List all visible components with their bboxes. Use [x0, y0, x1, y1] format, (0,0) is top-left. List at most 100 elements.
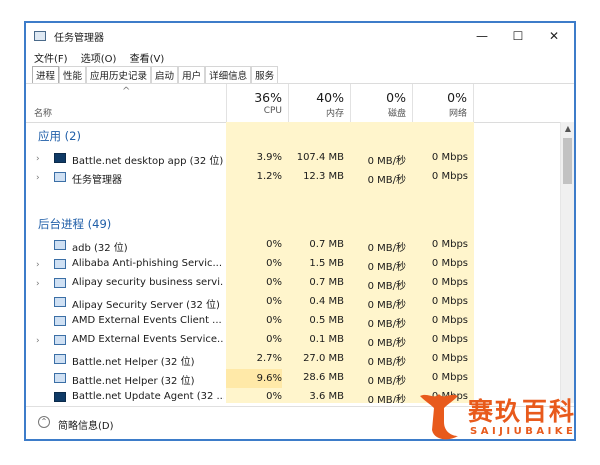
process-net-value: 0 Mbps [431, 372, 468, 383]
column-memory[interactable]: 40% 内存 [288, 84, 350, 122]
process-net-value: 0 Mbps [431, 277, 468, 288]
process-net-value: 0 Mbps [431, 334, 468, 345]
process-name: AMD External Events Client ... [72, 315, 222, 326]
tab-startup[interactable]: 启动 [151, 66, 179, 83]
process-mem-value: 0.7 MB [309, 277, 344, 288]
process-icon [54, 335, 66, 345]
process-net-value: 0 Mbps [431, 152, 468, 163]
window-title: 任务管理器 [54, 33, 104, 44]
process-row[interactable]: › AMD External Events Service... 0% 0.1 MB 0… [26, 331, 560, 350]
process-name: 任务管理器 [72, 175, 122, 186]
network-total: 0% [447, 90, 467, 105]
battlenet-icon [54, 392, 66, 402]
vertical-scrollbar[interactable]: ▲ [560, 122, 574, 403]
scroll-up-icon[interactable]: ▲ [561, 124, 574, 133]
process-net-value: 0 Mbps [431, 258, 468, 269]
tab-processes[interactable]: 进程 [32, 66, 60, 83]
minimize-button[interactable]: — [464, 25, 500, 47]
menu-bar: 文件(F) 选项(O) 查看(V) [34, 50, 174, 66]
menu-file[interactable]: 文件(F) [34, 50, 68, 65]
process-disk-value: 0 MB/秒 [367, 175, 406, 186]
process-net-value: 0 Mbps [431, 353, 468, 364]
column-cpu[interactable]: 36% CPU [226, 84, 288, 122]
process-name: Alipay Security Server (32 位) [72, 300, 220, 311]
expand-chevron-icon[interactable]: › [36, 279, 40, 289]
process-net-value: 0 Mbps [431, 315, 468, 326]
expand-chevron-icon[interactable]: › [36, 260, 40, 270]
menu-options[interactable]: 选项(O) [81, 50, 117, 65]
process-name: Battle.net Helper (32 位) [72, 376, 195, 387]
process-row[interactable]: › Battle.net desktop app (32 位) 3.9% 107.4 … [26, 149, 560, 168]
process-mem-value: 0.7 MB [309, 239, 344, 250]
group-apps[interactable]: 应用 (2) [38, 128, 81, 144]
tab-app-history[interactable]: 应用历史记录 [86, 66, 152, 83]
maximize-button[interactable]: ☐ [500, 25, 536, 47]
process-mem-value: 28.6 MB [303, 372, 344, 383]
process-mem-value: 1.5 MB [309, 258, 344, 269]
process-disk-value: 0 MB/秒 [367, 243, 406, 254]
process-net-value: 0 Mbps [431, 171, 468, 182]
tab-performance[interactable]: 性能 [59, 66, 87, 83]
fewer-details-link[interactable]: 简略信息(D) [58, 417, 114, 432]
process-cpu-value: 0% [266, 334, 282, 345]
title-bar[interactable]: 任务管理器 — ☐ ✕ [26, 23, 574, 49]
process-row[interactable]: adb (32 位) 0% 0.7 MB 0 MB/秒 0 Mbps [26, 236, 560, 255]
expand-chevron-icon[interactable]: › [36, 173, 40, 183]
process-disk-value: 0 MB/秒 [367, 319, 406, 330]
process-icon [54, 172, 66, 182]
process-row[interactable]: Alipay Security Server (32 位) 0% 0.4 MB 0 M… [26, 293, 560, 312]
watermark-text-en: SAIJIUBAIKE [470, 426, 577, 437]
process-row[interactable]: AMD External Events Client ... 0% 0.5 MB 0 … [26, 312, 560, 331]
process-mem-value: 27.0 MB [303, 353, 344, 364]
process-icon [54, 259, 66, 269]
close-button[interactable]: ✕ [536, 25, 572, 47]
process-disk-value: 0 MB/秒 [367, 156, 406, 167]
process-disk-value: 0 MB/秒 [367, 300, 406, 311]
expand-chevron-icon[interactable]: › [36, 336, 40, 346]
task-manager-icon [34, 31, 46, 41]
process-name: Battle.net Update Agent (32 ... [72, 391, 224, 402]
column-network[interactable]: 0% 网络 [412, 84, 474, 122]
battlenet-icon [54, 153, 66, 163]
expand-chevron-icon[interactable]: › [36, 154, 40, 164]
process-icon [54, 354, 66, 364]
process-disk-value: 0 MB/秒 [367, 357, 406, 368]
process-row[interactable]: Battle.net Helper (32 位) 2.7% 27.0 MB 0 MB/… [26, 350, 560, 369]
process-row[interactable]: › Alipay security business servi... 0% 0.7 … [26, 274, 560, 293]
process-cpu-value: 0% [266, 258, 282, 269]
cpu-label: CPU [263, 106, 282, 116]
process-net-value: 0 Mbps [431, 239, 468, 250]
process-cpu-value: 9.6% [226, 369, 282, 388]
process-mem-value: 12.3 MB [303, 171, 344, 182]
menu-view[interactable]: 查看(V) [130, 50, 165, 65]
process-name: Battle.net Helper (32 位) [72, 357, 195, 368]
process-icon [54, 278, 66, 288]
process-icon [54, 240, 66, 250]
network-label: 网络 [448, 109, 467, 119]
tab-details[interactable]: 详细信息 [205, 66, 252, 83]
collapse-icon[interactable]: ⌃ [38, 416, 50, 428]
process-cpu-value: 2.7% [256, 353, 282, 364]
watermark-text-cn: 赛玖百科 [468, 397, 577, 426]
process-cpu-value: 0% [266, 239, 282, 250]
column-name[interactable]: 名称 [34, 106, 52, 119]
group-background[interactable]: 后台进程 (49) [38, 216, 111, 232]
watermark-logo-icon [420, 394, 458, 440]
process-cpu-value: 1.2% [256, 171, 282, 182]
tab-services[interactable]: 服务 [251, 66, 279, 83]
process-list[interactable]: 应用 (2) 后台进程 (49) › Battle.net desktop app… [26, 122, 574, 403]
process-disk-value: 0 MB/秒 [367, 338, 406, 349]
process-name: Alipay security business servi... [72, 277, 224, 288]
process-mem-value: 107.4 MB [296, 152, 344, 163]
process-row[interactable]: › 任务管理器 1.2% 12.3 MB 0 MB/秒 0 Mbps [26, 168, 560, 187]
process-cpu-value: 0% [266, 296, 282, 307]
process-row[interactable]: › Alibaba Anti-phishing Servic... 0% 1.5 MB… [26, 255, 560, 274]
scroll-thumb[interactable] [563, 138, 572, 184]
tab-users[interactable]: 用户 [178, 66, 206, 83]
sort-arrow-icon: ^ [122, 86, 131, 97]
disk-label: 磁盘 [387, 109, 406, 119]
column-disk[interactable]: 0% 磁盘 [350, 84, 412, 122]
process-cpu-value: 0% [266, 277, 282, 288]
process-mem-value: 0.4 MB [309, 296, 344, 307]
watermark: 赛玖百科 SAIJIUBAIKE [410, 386, 600, 450]
